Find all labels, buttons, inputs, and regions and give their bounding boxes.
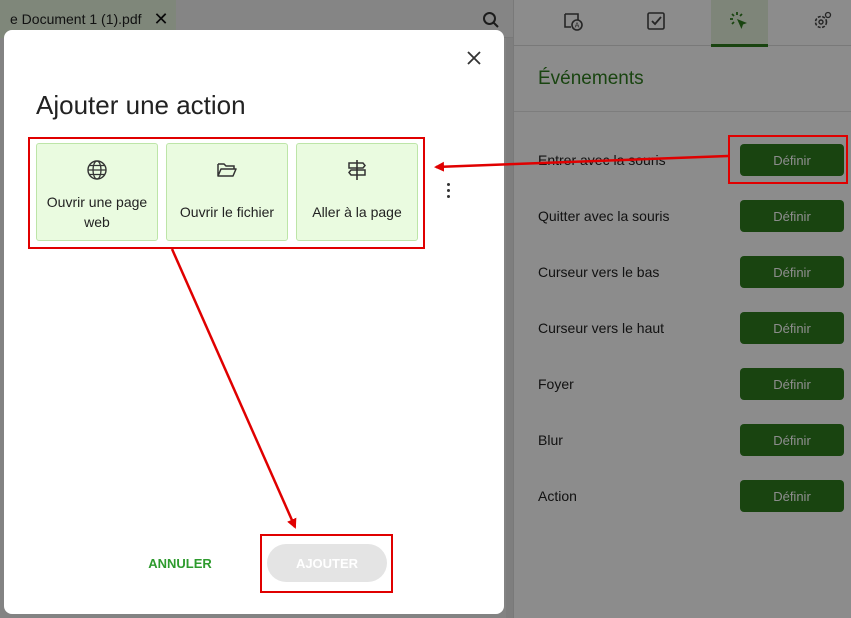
dialog-title: Ajouter une action (36, 90, 246, 120)
action-label: Ouvrir une page web (46, 194, 148, 230)
cancel-button[interactable]: ANNULER (140, 550, 220, 576)
action-open-web-page[interactable]: Ouvrir une page web (36, 143, 158, 241)
more-vertical-icon[interactable] (438, 178, 458, 202)
add-action-dialog: Ajouter une action Ouvrir une page web O… (4, 30, 504, 614)
signpost-icon (346, 158, 368, 182)
close-icon[interactable] (462, 46, 486, 70)
action-go-to-page[interactable]: Aller à la page (296, 143, 418, 241)
action-label: Ouvrir le fichier (179, 204, 275, 220)
globe-icon (86, 158, 108, 182)
action-label: Aller à la page (312, 204, 402, 220)
action-open-file[interactable]: Ouvrir le fichier (166, 143, 288, 241)
add-button[interactable]: AJOUTER (267, 544, 387, 582)
folder-open-icon (216, 158, 238, 182)
